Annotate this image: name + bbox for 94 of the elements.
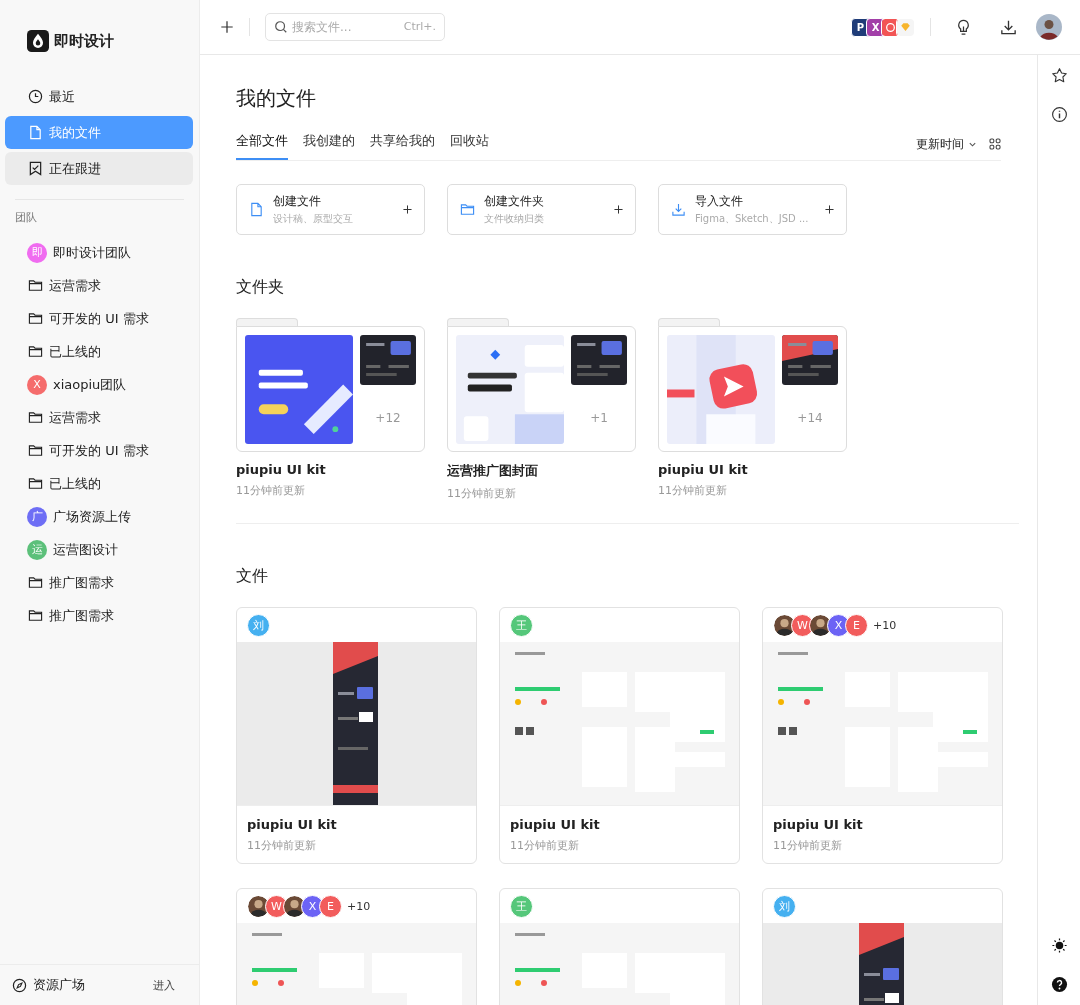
plus-icon [825,205,834,214]
download-icon [671,202,686,217]
member-avatar: E [845,613,868,637]
team-item[interactable]: X xiaopiu团队 [0,368,199,401]
folder-name: 运营推广图封面 [447,462,539,480]
plus-icon [614,205,623,214]
resource-square-link[interactable]: 资源广场 [12,976,85,994]
folder-item[interactable]: 可开发的 UI 需求 [0,434,199,467]
sun-icon[interactable] [1050,937,1068,954]
folder-item[interactable]: 推广图需求 [0,599,199,632]
action-title: 创建文件夹 [484,193,545,210]
page-title: 我的文件 [236,85,317,112]
star-icon[interactable] [1050,67,1068,84]
clock-icon [28,89,43,104]
folder-icon [28,344,43,359]
folder-item[interactable]: 推广图需求 [0,566,199,599]
info-icon[interactable] [1050,106,1068,123]
team-item[interactable]: 即 即时设计团队 [0,236,199,269]
more-count: +14 [797,411,823,425]
updated-time: 11分钟前更新 [247,838,317,853]
folder-name: piupiu UI kit [236,462,327,477]
sort-dropdown[interactable]: 更新时间 [916,135,977,153]
team-item[interactable]: 广 广场资源上传 [0,500,199,533]
updated-time: 11分钟前更新 [447,486,517,501]
tab[interactable]: 我创建的 [303,128,355,160]
section-heading: 文件 [236,566,269,587]
action-card[interactable]: 创建文件夹 文件收纳归类 [447,184,636,235]
team-avatar: 即 [27,242,47,263]
folder-icon [28,575,43,590]
add-icon[interactable] [220,20,234,34]
shortcut-hint: Ctrl+. [403,20,436,33]
tab[interactable]: 全部文件 [236,128,288,160]
file-card[interactable]: 王 piupiu UI kit 11分钟前更新 [499,607,740,864]
help-icon[interactable] [1050,976,1068,993]
team-avatar: X [27,374,47,395]
file-name: piupiu UI kit [247,817,338,832]
team-avatar: 广 [27,506,47,527]
folder-item[interactable]: 运营需求 [0,401,199,434]
file-name: piupiu UI kit [773,817,864,832]
file-name: piupiu UI kit [510,817,601,832]
more-count: +12 [375,411,401,425]
folder-item[interactable]: 可开发的 UI 需求 [0,302,199,335]
team-avatar: 运 [27,539,47,560]
search-icon [274,20,288,34]
compass-icon [12,977,27,993]
action-subtitle: Figma、Sketch、JSD ... [695,212,810,226]
updated-time: 11分钟前更新 [658,483,728,498]
file-card[interactable]: 刘 piupiu UI kit 11分钟前更新 [236,607,477,864]
nav-item[interactable]: 正在跟进 [5,152,193,185]
folder-item[interactable]: 已上线的 [0,335,199,368]
folder-item[interactable]: 已上线的 [0,467,199,500]
tab[interactable]: 回收站 [450,128,489,160]
member-count: +10 [873,618,897,632]
action-subtitle: 设计稿、原型交互 [273,212,354,226]
folder-item[interactable]: 运营需求 [0,269,199,302]
team-item[interactable]: 运 运营图设计 [0,533,199,566]
folder-icon [460,202,475,217]
action-card[interactable]: 导入文件 Figma、Sketch、JSD ... [658,184,847,235]
folder-icon [28,443,43,458]
action-card[interactable]: 创建文件 设计稿、原型交互 [236,184,425,235]
folder-name: piupiu UI kit [658,462,749,477]
file-icon [249,202,264,217]
section-heading: 文件夹 [236,277,285,298]
nav-item[interactable]: 最近 [5,80,193,113]
enter-link[interactable]: 进入 [153,977,175,993]
file-card[interactable]: W X E +10 [236,888,477,1005]
updated-time: 11分钟前更新 [773,838,843,853]
member-count: +10 [347,899,371,913]
file-card[interactable]: W X E +10 piupiu UI kit 11分钟前更新 [762,607,1003,864]
more-count: +1 [590,411,608,425]
grid-view-icon[interactable] [989,138,1001,150]
plus-icon [403,205,412,214]
updated-time: 11分钟前更新 [510,838,580,853]
member-avatar: 王 [510,894,533,918]
file-icon [28,125,43,140]
section-heading: 团队 [14,210,38,225]
folder-icon [28,311,43,326]
brand-name: 即时设计 [54,31,114,51]
tab[interactable]: 共享给我的 [370,128,435,160]
folder-icon [28,278,43,293]
updated-time: 11分钟前更新 [236,483,306,498]
member-avatar: 王 [510,613,533,637]
member-avatar: E [319,894,342,918]
user-avatar[interactable] [1036,14,1062,40]
bookmark-check-icon [28,161,43,176]
member-avatar: 刘 [773,894,796,918]
action-title: 导入文件 [695,193,744,210]
member-avatar: 刘 [247,613,270,637]
action-subtitle: 文件收纳归类 [484,212,545,226]
logo-icon [27,30,49,52]
folder-icon [28,410,43,425]
folder-icon [28,476,43,491]
folder-icon [28,608,43,623]
action-title: 创建文件 [273,193,322,210]
